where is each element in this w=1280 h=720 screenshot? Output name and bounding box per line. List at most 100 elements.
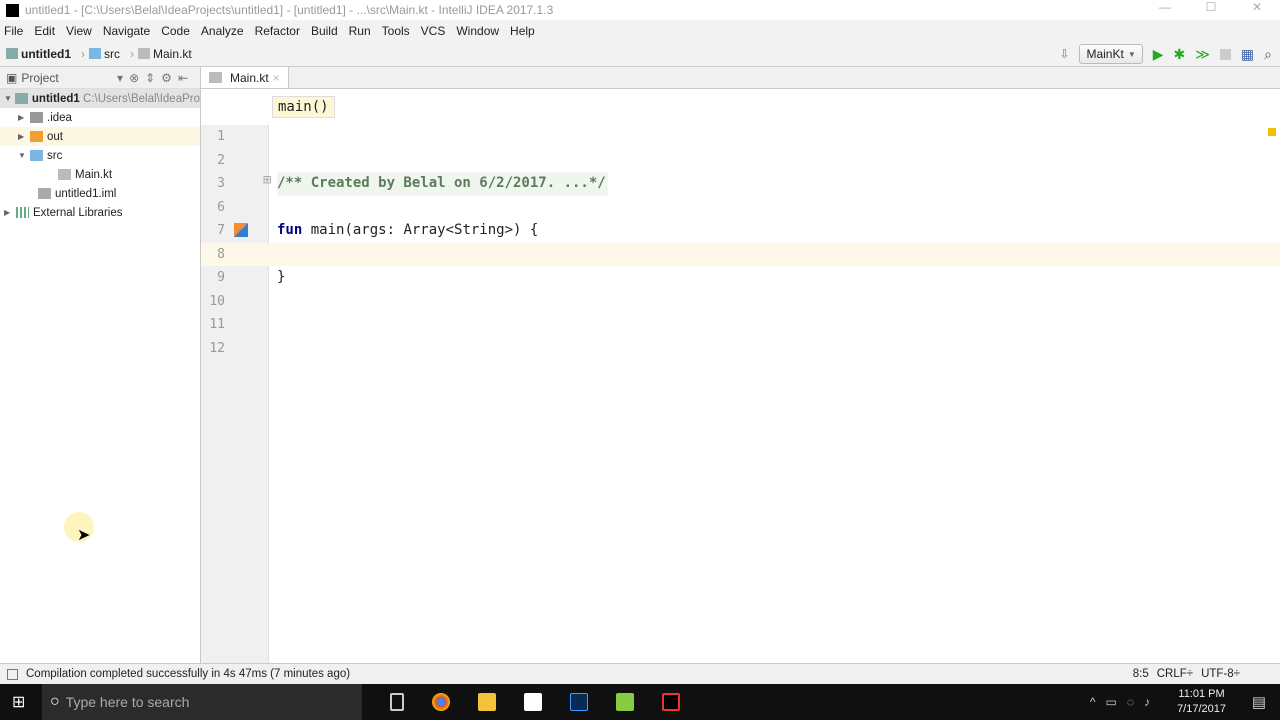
menu-tools[interactable]: Tools bbox=[382, 24, 410, 38]
mouse-pointer-icon: ➤ bbox=[77, 527, 91, 544]
taskbar-search[interactable]: ○ Type here to search bbox=[42, 684, 362, 720]
breadcrumb-label: src bbox=[104, 46, 120, 61]
expand-arrow-icon[interactable]: ▶ bbox=[4, 208, 16, 217]
maximize-button[interactable]: ☐ bbox=[1188, 0, 1234, 14]
debug-icon[interactable]: ✱ bbox=[1174, 46, 1186, 63]
library-icon bbox=[16, 207, 29, 218]
kotlin-file-icon bbox=[58, 169, 71, 180]
panel-toolbar-icons[interactable]: ▾⊗⇕⚙⇤ bbox=[117, 71, 194, 85]
photoshop-icon[interactable] bbox=[570, 693, 588, 711]
caret-position[interactable]: 8:5 bbox=[1133, 668, 1149, 680]
tree-item-idea[interactable]: ▶ .idea bbox=[0, 108, 200, 127]
chrome-icon[interactable] bbox=[432, 693, 450, 711]
store-icon[interactable] bbox=[524, 693, 542, 711]
run-icon[interactable]: ▶ bbox=[1153, 46, 1164, 63]
line-number: 7 bbox=[217, 223, 225, 238]
folder-icon bbox=[89, 48, 101, 59]
close-button[interactable]: ✕ bbox=[1234, 0, 1280, 14]
expand-arrow-icon[interactable]: ▶ bbox=[18, 113, 30, 122]
breadcrumb-src[interactable]: src bbox=[89, 47, 120, 61]
stop-icon[interactable] bbox=[1219, 48, 1231, 60]
menu-code[interactable]: Code bbox=[161, 24, 190, 38]
navigation-bar: untitled1 › src › Main.kt ⇩ MainKt ▼ ▶ ✱ ≫ … bbox=[0, 41, 1280, 67]
iml-file-icon bbox=[38, 188, 51, 199]
taskbar: ⊞ ○ Type here to search ^▭◌♪ 11:01 PM 7/17… bbox=[0, 684, 1280, 720]
window-title: untitled1 - [C:\Users\Belal\IdeaProjects… bbox=[25, 3, 554, 17]
clock[interactable]: 11:01 PM 7/17/2017 bbox=[1177, 687, 1226, 717]
kotlin-run-icon[interactable] bbox=[234, 223, 248, 237]
tree-item-external-libraries[interactable]: ▶ External Libraries bbox=[0, 203, 200, 222]
menu-edit[interactable]: Edit bbox=[34, 24, 55, 38]
code-keyword: fun bbox=[277, 222, 303, 238]
expand-arrow-icon[interactable]: ▼ bbox=[18, 151, 30, 160]
expand-arrow-icon[interactable]: ▼ bbox=[4, 94, 15, 103]
cortana-icon: ○ bbox=[50, 693, 60, 710]
line-number: 1 bbox=[217, 129, 225, 144]
menu-build[interactable]: Build bbox=[311, 24, 338, 38]
search-icon[interactable]: ⌕ bbox=[1264, 46, 1272, 63]
line-number: 2 bbox=[217, 152, 225, 168]
date: 7/17/2017 bbox=[1177, 703, 1226, 715]
run-configuration-select[interactable]: MainKt ▼ bbox=[1079, 44, 1143, 64]
breadcrumb-file[interactable]: Main.kt bbox=[138, 47, 192, 61]
tab-label: Main.kt bbox=[230, 70, 269, 85]
windows-start-icon[interactable]: ⊞ bbox=[12, 692, 25, 712]
code-area[interactable]: 1 2 3 ⊞ /** Created by Belal on 6/2/2017. … bbox=[201, 125, 1280, 663]
kotlin-file-icon bbox=[209, 72, 222, 83]
system-tray-icons[interactable]: ^▭◌♪ bbox=[1090, 695, 1160, 709]
breadcrumb-label: Main.kt bbox=[153, 46, 192, 61]
tab-main-kt[interactable]: Main.kt × bbox=[201, 67, 289, 88]
title-bar: untitled1 - [C:\Users\Belal\IdeaProjects… bbox=[0, 0, 1280, 20]
fold-expand-icon[interactable]: ⊞ bbox=[263, 172, 271, 188]
menu-help[interactable]: Help bbox=[510, 24, 535, 38]
tree-label: untitled1.iml bbox=[55, 187, 117, 200]
breadcrumb-label: untitled1 bbox=[21, 46, 71, 61]
tree-item-out[interactable]: ▶ out bbox=[0, 127, 200, 146]
breadcrumb-project[interactable]: untitled1 bbox=[6, 47, 71, 61]
menu-run[interactable]: Run bbox=[349, 24, 371, 38]
project-panel-title[interactable]: Project bbox=[21, 71, 58, 85]
breadcrumb-separator: › bbox=[130, 46, 134, 61]
menu-navigate[interactable]: Navigate bbox=[103, 24, 150, 38]
menu-bar: File Edit View Navigate Code Analyze Ref… bbox=[0, 20, 1280, 41]
tree-label: untitled1 bbox=[31, 92, 80, 105]
tree-item-main-kt[interactable]: Main.kt bbox=[0, 165, 200, 184]
line-number: 6 bbox=[217, 199, 225, 215]
tree-label: .idea bbox=[47, 111, 72, 124]
notifications-icon[interactable]: ▤ bbox=[1252, 693, 1266, 711]
status-bar: Compilation completed successfully in 4s… bbox=[0, 663, 1280, 684]
warning-marker-icon[interactable] bbox=[1268, 128, 1276, 136]
tree-item-root[interactable]: ▼ untitled1 C:\Users\Belal\IdeaPro bbox=[0, 89, 200, 108]
tree-item-iml[interactable]: untitled1.iml bbox=[0, 184, 200, 203]
editor: Main.kt × main() 1 2 3 ⊞ /** Created by Bel… bbox=[201, 67, 1280, 663]
folder-icon bbox=[30, 112, 43, 123]
coverage-icon[interactable]: ≫ bbox=[1195, 46, 1210, 63]
encoding[interactable]: UTF-8÷ bbox=[1201, 668, 1240, 680]
tree-label: out bbox=[47, 130, 63, 143]
kotlin-file-icon bbox=[138, 48, 150, 59]
breadcrumb-separator: › bbox=[81, 46, 85, 61]
tree-item-src[interactable]: ▼ src bbox=[0, 146, 200, 165]
task-view-icon[interactable] bbox=[390, 693, 404, 711]
menu-vcs[interactable]: VCS bbox=[421, 24, 446, 38]
minimize-button[interactable]: — bbox=[1142, 0, 1188, 14]
notepad-icon[interactable] bbox=[616, 693, 634, 711]
tool-window-toggle-icon[interactable] bbox=[7, 668, 18, 680]
build-icon[interactable]: ⇩ bbox=[1059, 47, 1069, 61]
file-explorer-icon[interactable] bbox=[478, 693, 496, 711]
code-comment: /** Created by Belal on 6/2/2017. ...*/ bbox=[277, 172, 608, 196]
structure-breadcrumb[interactable]: main() bbox=[272, 96, 335, 118]
project-icon bbox=[6, 48, 18, 59]
close-tab-icon[interactable]: × bbox=[273, 71, 280, 85]
line-separator[interactable]: CRLF÷ bbox=[1157, 668, 1193, 680]
menu-file[interactable]: File bbox=[4, 24, 23, 38]
menu-window[interactable]: Window bbox=[456, 24, 499, 38]
menu-refactor[interactable]: Refactor bbox=[255, 24, 300, 38]
expand-arrow-icon[interactable]: ▶ bbox=[18, 132, 30, 141]
menu-view[interactable]: View bbox=[66, 24, 92, 38]
intellij-taskbar-icon[interactable] bbox=[662, 693, 680, 711]
line-number: 12 bbox=[209, 340, 225, 356]
menu-analyze[interactable]: Analyze bbox=[201, 24, 244, 38]
line-number: 8 bbox=[217, 246, 225, 262]
project-structure-icon[interactable]: ▦ bbox=[1241, 46, 1254, 63]
